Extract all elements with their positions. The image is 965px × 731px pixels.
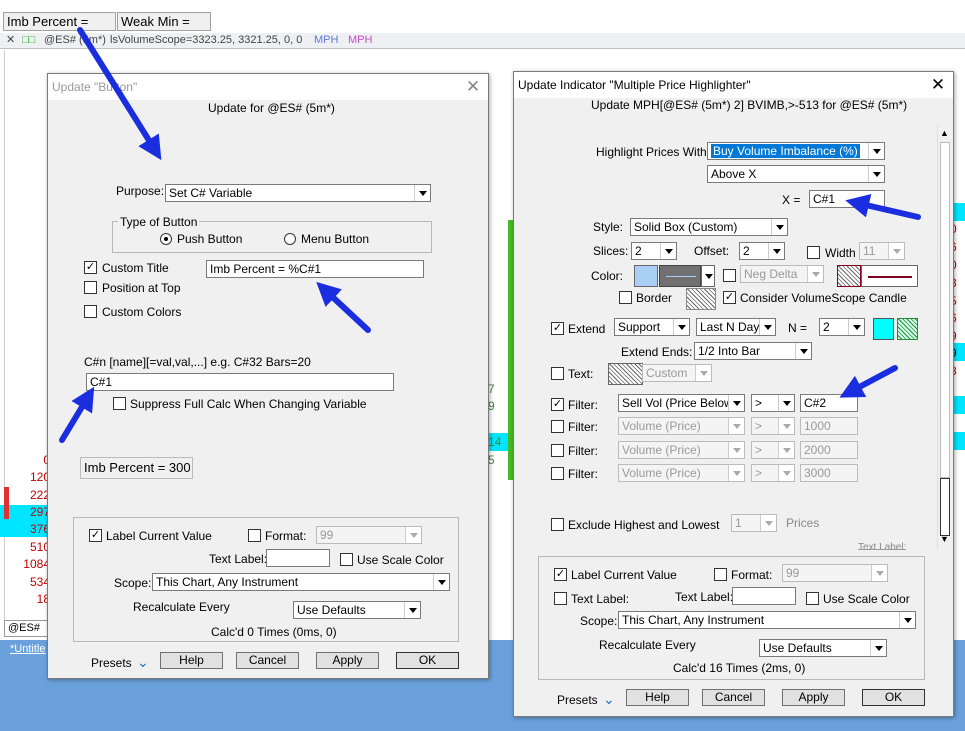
annotation-arrows bbox=[59, 27, 921, 443]
arrow-to-custom-title bbox=[316, 281, 371, 333]
arrow-to-x-input bbox=[845, 193, 921, 220]
arrow-to-button-dialog bbox=[77, 27, 162, 161]
arrow-to-filter-value bbox=[839, 365, 898, 398]
arrow-to-cn-input bbox=[59, 386, 95, 443]
